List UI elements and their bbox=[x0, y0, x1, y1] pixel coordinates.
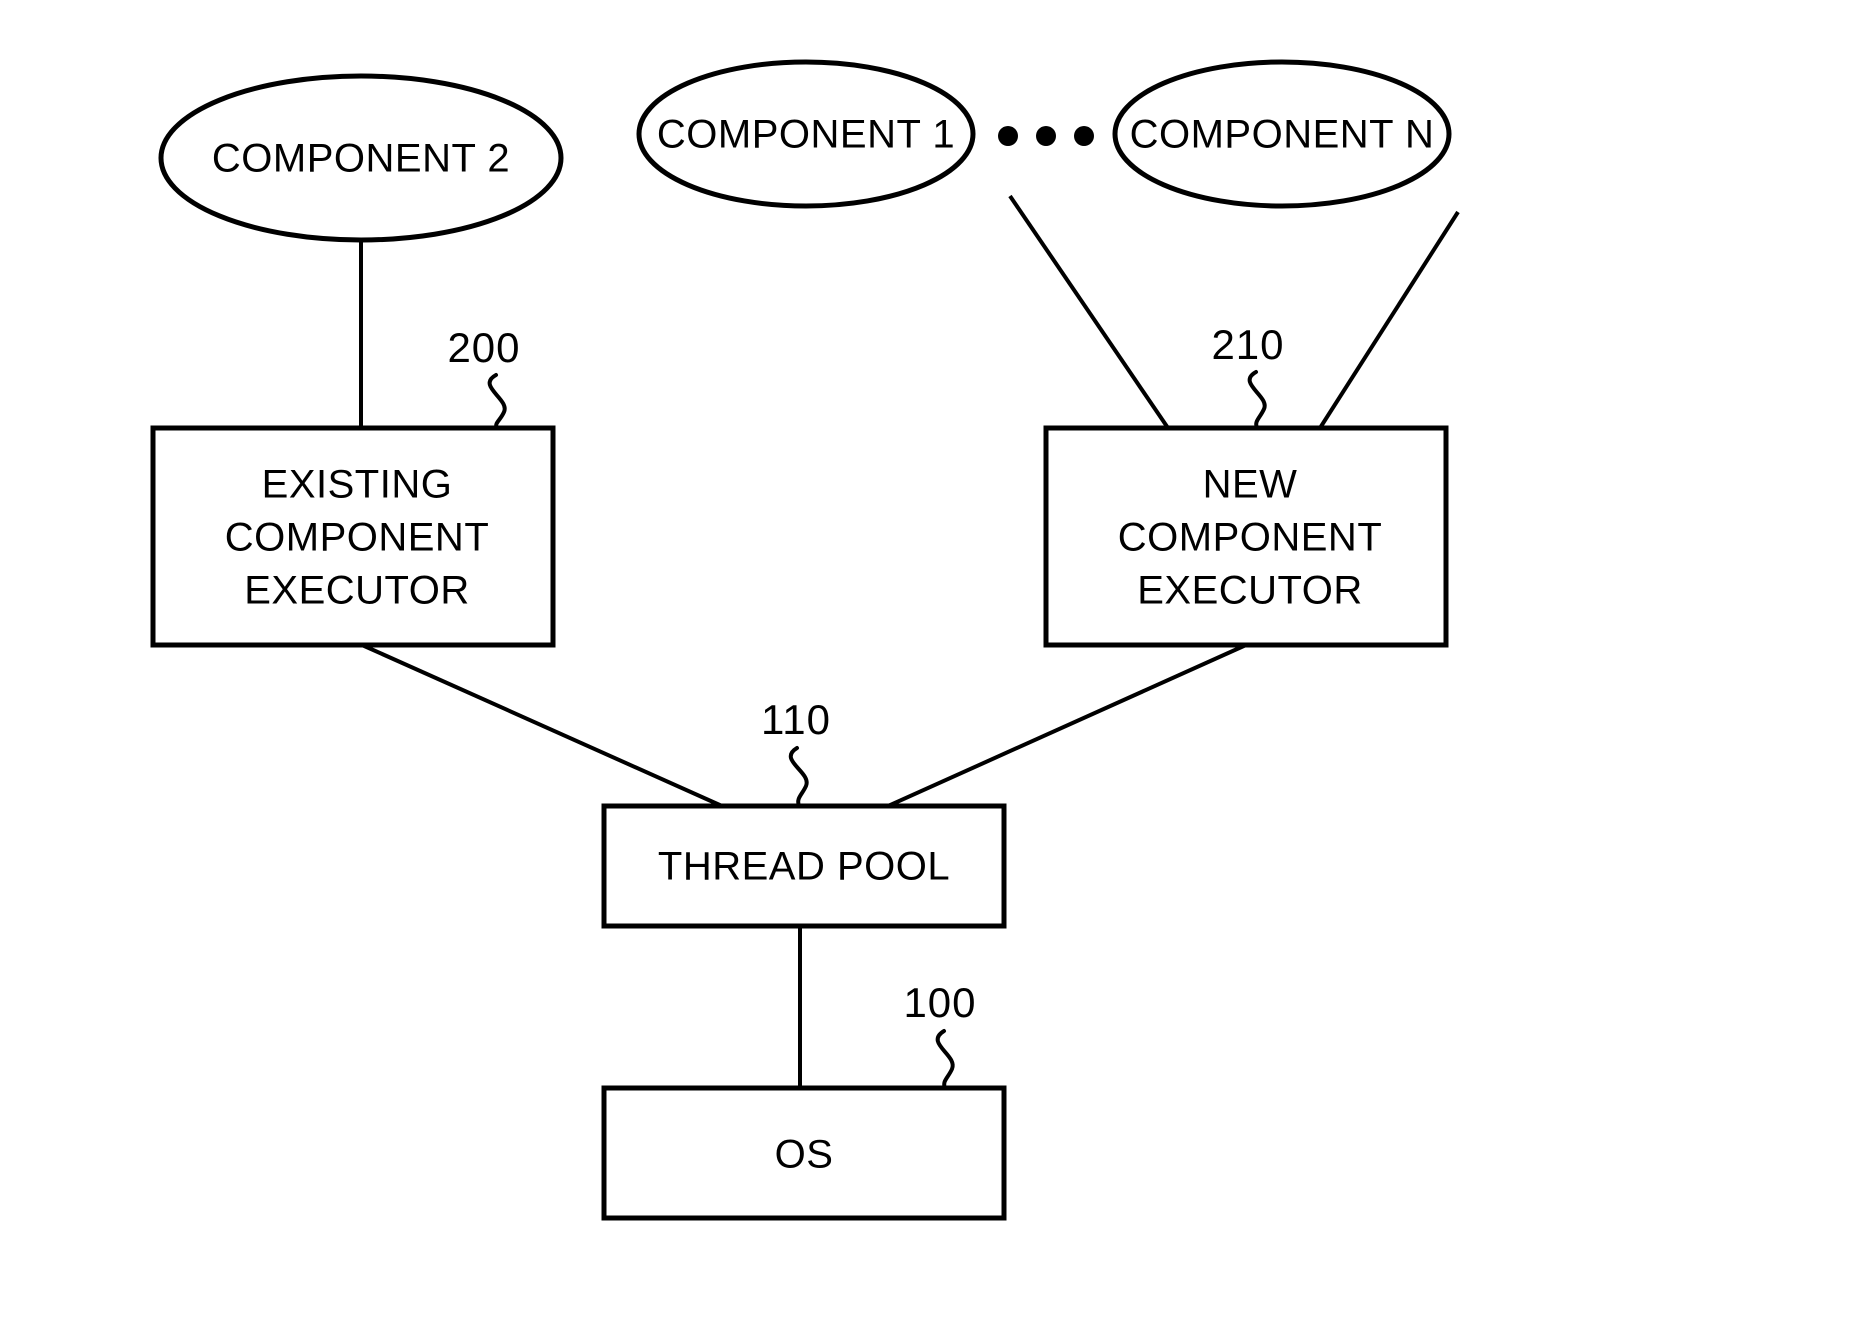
connector-component1-to-new-executor bbox=[1008, 194, 1170, 430]
component-2-label: COMPONENT 2 bbox=[212, 137, 510, 181]
reference-numeral-200: 200 bbox=[447, 324, 520, 371]
new-component-executor-label-line1: NEW bbox=[1203, 463, 1298, 507]
existing-component-executor-label-line2: COMPONENT bbox=[225, 516, 490, 560]
ellipsis-dots bbox=[998, 126, 1094, 146]
node-os: OS bbox=[601, 1085, 1007, 1221]
leader-line-210 bbox=[1247, 370, 1267, 430]
new-component-executor-label-line2: COMPONENT bbox=[1118, 516, 1383, 560]
diagram-canvas: COMPONENT 2 COMPONENT 1 COMPONENT N EXIS… bbox=[0, 0, 1865, 1327]
leader-line-100 bbox=[935, 1029, 955, 1090]
reference-numeral-210: 210 bbox=[1211, 321, 1284, 368]
reference-numeral-210-group: 210 bbox=[1211, 321, 1284, 430]
reference-numeral-200-group: 200 bbox=[447, 324, 520, 430]
new-component-executor-label-line3: EXECUTOR bbox=[1137, 569, 1363, 613]
connector-new-executor-to-thread-pool bbox=[887, 643, 1247, 808]
diagram-svg: COMPONENT 2 COMPONENT 1 COMPONENT N EXIS… bbox=[150, 59, 1460, 1221]
reference-numeral-100-group: 100 bbox=[903, 979, 976, 1090]
node-new-component-executor: NEW COMPONENT EXECUTOR bbox=[1043, 425, 1449, 648]
ellipsis-dot-1 bbox=[998, 126, 1018, 146]
leader-line-200 bbox=[487, 373, 507, 430]
existing-component-executor-label-line3: EXECUTOR bbox=[244, 569, 470, 613]
node-component-2: COMPONENT 2 bbox=[158, 73, 564, 243]
component-n-label: COMPONENT N bbox=[1130, 113, 1435, 157]
reference-numeral-100: 100 bbox=[903, 979, 976, 1026]
os-label: OS bbox=[775, 1133, 834, 1177]
thread-pool-label: THREAD POOL bbox=[658, 845, 950, 889]
component-1-label: COMPONENT 1 bbox=[657, 113, 955, 157]
node-existing-component-executor: EXISTING COMPONENT EXECUTOR bbox=[150, 425, 556, 648]
node-thread-pool: THREAD POOL bbox=[601, 803, 1007, 929]
existing-component-executor-label-line1: EXISTING bbox=[262, 463, 453, 507]
connector-componentn-to-new-executor bbox=[1318, 210, 1460, 430]
ellipsis-dot-2 bbox=[1036, 126, 1056, 146]
connector-existing-executor-to-thread-pool bbox=[361, 643, 723, 808]
leader-line-110 bbox=[788, 746, 809, 808]
node-component-n: COMPONENT N bbox=[1112, 59, 1452, 209]
reference-numeral-110: 110 bbox=[761, 696, 831, 743]
ellipsis-dot-3 bbox=[1074, 126, 1094, 146]
node-component-1: COMPONENT 1 bbox=[636, 59, 976, 209]
reference-numeral-110-group: 110 bbox=[761, 696, 831, 808]
